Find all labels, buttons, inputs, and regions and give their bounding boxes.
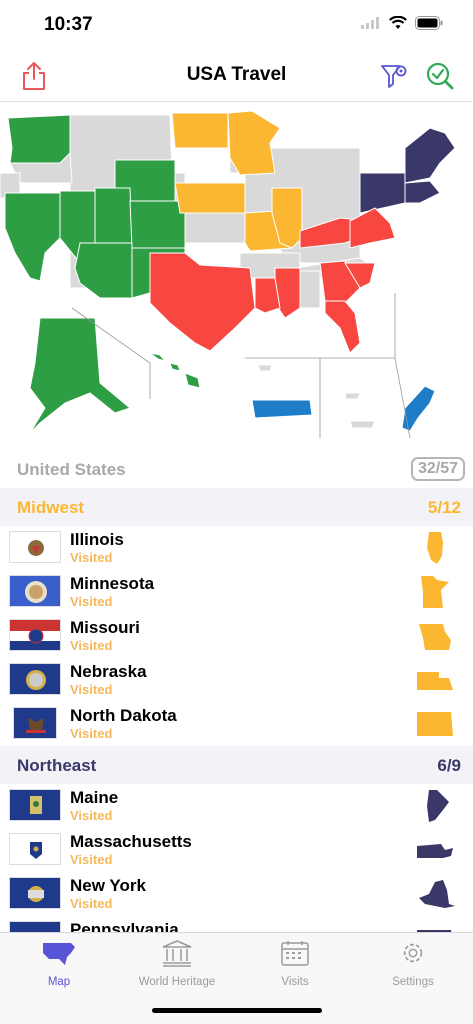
state-name: Nebraska — [70, 662, 147, 681]
nebraska-shape-icon — [417, 672, 453, 690]
list-item[interactable]: Missouri Visited — [0, 614, 473, 658]
signal-icon — [361, 17, 379, 29]
list-item[interactable]: North Dakota Visited — [0, 702, 473, 746]
minnesota-flag-icon — [9, 575, 61, 607]
home-indicator — [152, 1008, 322, 1013]
state-name: Massachusetts — [70, 832, 192, 851]
state-name: Missouri — [70, 618, 140, 637]
list-item[interactable]: New York Visited — [0, 872, 473, 916]
massachusetts-shape-icon — [417, 844, 453, 858]
new-york-flag-icon — [9, 877, 61, 909]
us-map[interactable] — [0, 103, 473, 443]
visit-status: Visited — [70, 852, 113, 867]
us-map-icon — [43, 943, 75, 965]
visit-status: Visited — [70, 726, 113, 741]
list-item[interactable]: Massachusetts Visited — [0, 828, 473, 872]
state-name: Minnesota — [70, 574, 155, 593]
status-icons — [361, 16, 443, 30]
tab-label: World Heritage — [138, 976, 216, 988]
illinois-shape-icon — [427, 532, 443, 564]
wifi-icon — [389, 16, 407, 29]
list-item[interactable]: Minnesota Visited — [0, 570, 473, 614]
nebraska-flag-icon — [9, 663, 61, 695]
tab-map[interactable]: Map — [0, 939, 118, 995]
status-bar: 10:37 — [0, 0, 473, 50]
midwest-region — [171, 112, 229, 149]
tab-visits[interactable]: Visits — [236, 939, 354, 995]
section-header-northeast: Northeast 6/9 — [0, 746, 473, 784]
missouri-flag-icon — [9, 619, 61, 651]
country-summary: United States 32/57 — [0, 450, 473, 488]
visit-status: Visited — [70, 594, 113, 609]
temple-icon — [162, 940, 192, 967]
northeast-region — [359, 172, 406, 214]
search-check-icon — [426, 62, 454, 90]
new-york-shape-icon — [419, 880, 455, 908]
visit-status: Visited — [70, 896, 113, 911]
state-name: North Dakota — [70, 706, 177, 725]
calendar-icon — [281, 941, 309, 966]
section-header-midwest: Midwest 5/12 — [0, 488, 473, 526]
tab-label: Settings — [392, 976, 434, 988]
puerto-rico — [251, 399, 313, 419]
country-name: United States — [17, 460, 126, 479]
visit-status: Visited — [70, 550, 113, 565]
gear-icon — [403, 943, 423, 963]
battery-icon — [415, 16, 443, 30]
filter-gear-icon — [381, 65, 407, 88]
missouri-shape-icon — [419, 624, 451, 650]
state-name: New York — [70, 876, 146, 895]
state-name: Illinois — [70, 530, 124, 549]
us-map-graphic — [0, 110, 456, 439]
section-count: 5/12 — [427, 498, 461, 517]
country-count-badge: 32/57 — [410, 457, 465, 481]
minnesota-shape-icon — [421, 576, 449, 608]
section-name: Northeast — [17, 756, 97, 775]
navigation-bar: USA Travel — [0, 50, 473, 102]
tab-settings[interactable]: Settings — [354, 939, 472, 995]
tab-label: Map — [47, 976, 71, 988]
visit-status: Visited — [70, 638, 113, 653]
section-name: Midwest — [17, 498, 85, 517]
tab-label: Visits — [281, 976, 309, 988]
visit-status: Visited — [70, 682, 113, 697]
north-dakota-flag-icon — [13, 707, 57, 739]
north-dakota-shape-icon — [417, 712, 453, 736]
visit-status: Visited — [70, 808, 113, 823]
section-count: 6/9 — [437, 756, 461, 775]
state-name: Maine — [70, 788, 119, 807]
alaska — [29, 317, 132, 434]
maine-flag-icon — [9, 789, 61, 821]
maine-shape-icon — [427, 790, 449, 822]
filter-settings-button[interactable] — [378, 60, 410, 92]
tab-world-heritage[interactable]: World Heritage — [118, 939, 236, 995]
list-item[interactable]: Nebraska Visited — [0, 658, 473, 702]
massachusetts-flag-icon — [9, 833, 61, 865]
south-region — [149, 252, 256, 352]
status-time: 10:37 — [44, 14, 93, 35]
list-item[interactable]: Maine Visited — [0, 784, 473, 828]
list-item[interactable]: Illinois Visited — [0, 526, 473, 570]
west-region — [7, 114, 71, 164]
search-visited-button[interactable] — [424, 60, 456, 92]
hawaii — [149, 352, 201, 389]
guam — [401, 385, 436, 432]
illinois-flag-icon — [9, 531, 61, 563]
